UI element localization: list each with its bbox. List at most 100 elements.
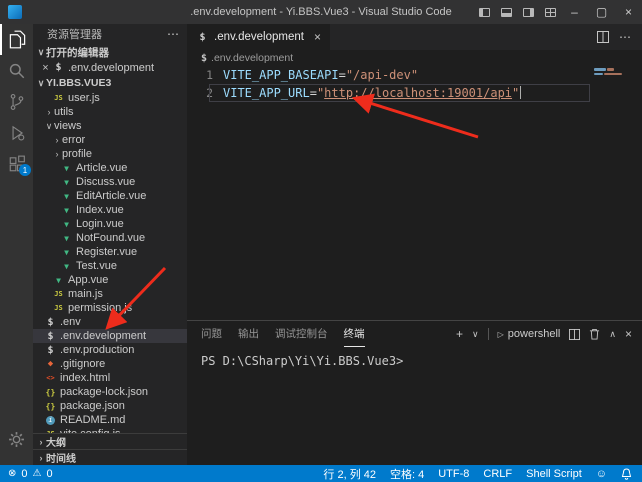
tree-item-permission.js[interactable]: permission.js [33,301,187,315]
files-icon [8,30,27,49]
panel-header: 问题输出调试控制台终端 + ∨ ▷ powershell ∧ × [187,321,642,347]
tree-item-.env[interactable]: .env [33,315,187,329]
tree-item-Article.vue[interactable]: Article.vue [33,161,187,175]
outline-label: 大纲 [46,434,66,449]
maximize-button[interactable]: ▢ [588,0,615,24]
tree-item-package.json[interactable]: package.json [33,399,187,413]
tree-item-label: .env.production [60,344,134,356]
tree-item-label: Discuss.vue [76,176,135,188]
panel-tab-终端[interactable]: 终端 [344,321,365,347]
outline-section-header[interactable]: › 大纲 [33,433,187,449]
activity-run-debug-button[interactable] [0,117,33,148]
tree-item-README.md[interactable]: README.md [33,413,187,427]
split-editor-icon[interactable] [597,31,609,43]
tree-item-Register.vue[interactable]: Register.vue [33,245,187,259]
indentation-status[interactable]: 空格: 4 [390,466,424,482]
kill-terminal-trash-icon[interactable] [589,328,600,340]
minimize-button[interactable]: – [561,0,588,24]
project-section-header[interactable]: ∨ YI.BBS.VUE3 [33,75,187,91]
tree-item-Discuss.vue[interactable]: Discuss.vue [33,175,187,189]
split-terminal-icon[interactable] [569,329,580,340]
activity-search-button[interactable] [0,55,33,86]
tree-item-profile[interactable]: › profile [33,147,187,161]
code-line[interactable]: 2 VITE_APP_URL="http://localhost:19001/a… [187,84,642,102]
activity-source-control-button[interactable] [0,86,33,117]
tree-item-views[interactable]: ∨ views [33,119,187,133]
notifications-bell-icon[interactable] [621,468,632,480]
feedback-smiley-icon[interactable]: ☺ [596,468,607,480]
language-mode-status[interactable]: Shell Script [526,468,582,480]
terminal-tab-powershell[interactable]: ▷ powershell [498,328,561,340]
tab-close-icon[interactable]: × [314,30,321,44]
toggle-sidebar-button[interactable] [473,0,495,24]
minimap[interactable] [594,68,640,77]
close-panel-icon[interactable]: × [625,327,632,341]
open-editor-item[interactable]: × .env.development [33,60,187,75]
activity-explorer-button[interactable] [0,24,33,55]
toggle-panel-button[interactable] [495,0,517,24]
terminal-profile-dropdown-icon[interactable]: ∨ [472,329,479,340]
tree-item-.env.production[interactable]: .env.production [33,343,187,357]
tree-item-Login.vue[interactable]: Login.vue [33,217,187,231]
tree-item-label: profile [62,148,92,160]
file-icon [44,317,57,328]
close-button[interactable]: × [615,0,642,24]
customize-layout-button[interactable] [539,0,561,24]
new-terminal-icon[interactable]: + [456,327,463,341]
tree-item-Test.vue[interactable]: Test.vue [33,259,187,273]
tree-item-user.js[interactable]: user.js [33,91,187,105]
tree-item-label: Index.vue [76,204,124,216]
tree-item-label: package.json [60,400,125,412]
tree-item-main.js[interactable]: main.js [33,287,187,301]
panel-tab-问题[interactable]: 问题 [201,321,222,347]
activity-extensions-button[interactable]: 1 [0,148,33,179]
tree-item-NotFound.vue[interactable]: NotFound.vue [33,231,187,245]
sidebar-title: 资源管理器 [47,26,102,42]
cursor-position-status[interactable]: 行 2, 列 42 [323,466,376,482]
file-icon [52,290,65,298]
file-icon [60,192,73,201]
close-icon[interactable]: × [39,62,52,74]
tree-item-package-lock.json[interactable]: package-lock.json [33,385,187,399]
titlebar-controls: – ▢ × [473,0,642,24]
file-icon [44,402,57,411]
tree-item-EditArticle.vue[interactable]: EditArticle.vue [33,189,187,203]
search-icon [8,62,26,80]
activity-bar: 1 [0,24,33,465]
code-editor[interactable]: 1 VITE_APP_BASEAPI="/api-dev" 2 VITE_APP… [187,66,642,320]
eol-status[interactable]: CRLF [483,468,512,480]
encoding-status[interactable]: UTF-8 [438,468,469,480]
breadcrumb[interactable]: $ .env.development [187,50,642,66]
tree-item-.gitignore[interactable]: .gitignore [33,357,187,371]
chevron-down-icon: ∨ [36,47,46,58]
tree-item-.env.development[interactable]: .env.development [33,329,187,343]
tab-env-development[interactable]: .env.development × [187,24,330,50]
tree-item-label: Login.vue [76,218,124,230]
file-icon [44,374,57,382]
url-link[interactable]: http://localhost:19001/api [324,86,512,100]
timeline-section-header[interactable]: › 时间线 [33,449,187,465]
tab-label: .env.development [214,31,304,43]
panel-tab-调试控制台[interactable]: 调试控制台 [275,321,328,347]
toggle-secondary-sidebar-button[interactable] [517,0,539,24]
tree-item-App.vue[interactable]: App.vue [33,273,187,287]
panel-tabs: 问题输出调试控制台终端 [201,321,365,347]
breadcrumb-item[interactable]: .env.development [211,52,293,64]
tree-item-Index.vue[interactable]: Index.vue [33,203,187,217]
terminal-output[interactable]: PS D:\CSharp\Yi\Yi.BBS.Vue3> [187,347,642,465]
tree-item-index.html[interactable]: index.html [33,371,187,385]
panel-layout-icon [501,8,512,17]
problems-status[interactable]: ⊗ 0 ⚠ 0 [8,468,53,480]
code-token: = [310,86,317,100]
code-line[interactable]: 1 VITE_APP_BASEAPI="/api-dev" [187,66,642,84]
file-icon [44,359,57,369]
more-actions-icon[interactable]: ⋯ [167,31,179,37]
maximize-panel-icon[interactable]: ∧ [609,329,616,340]
open-editors-section-header[interactable]: ∨ 打开的编辑器 [33,44,187,60]
settings-gear-button[interactable] [0,424,33,455]
tree-item-error[interactable]: › error [33,133,187,147]
tree-item-label: EditArticle.vue [76,190,146,202]
more-actions-icon[interactable]: ⋯ [619,30,632,44]
tree-item-utils[interactable]: › utils [33,105,187,119]
panel-tab-输出[interactable]: 输出 [238,321,259,347]
